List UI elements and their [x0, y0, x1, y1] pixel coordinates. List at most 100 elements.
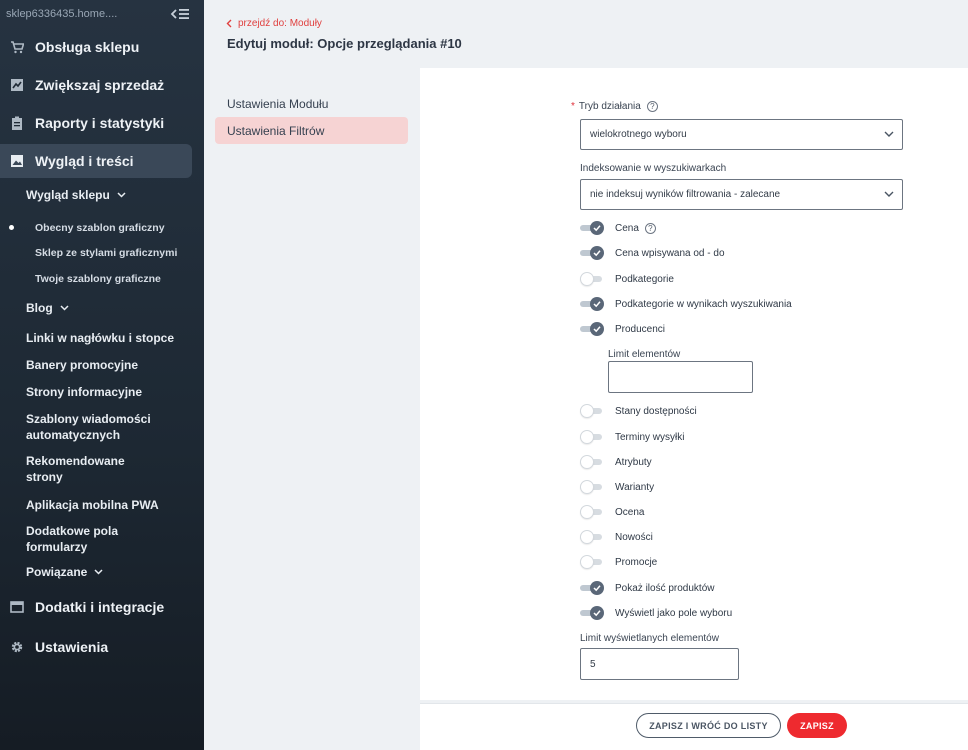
chevron-down-icon [60, 305, 69, 311]
nav-sub-auto-messages[interactable]: Szablony wiadomości automatycznych [0, 406, 204, 448]
toggle-knob-on [590, 581, 604, 595]
toggle-row-new[interactable]: Nowości [580, 529, 653, 545]
toggle-row-availability[interactable]: Stany dostępności [580, 403, 697, 419]
toggle-switch[interactable] [580, 297, 604, 311]
toggle-label: Stany dostępności [615, 405, 697, 417]
help-icon[interactable]: ? [644, 222, 656, 234]
toggle-row-subcategories[interactable]: Podkategorie [580, 271, 674, 287]
nav-sub-label: strony [26, 470, 63, 484]
nav-sub-banners[interactable]: Banery promocyjne [0, 352, 204, 378]
save-and-return-button[interactable]: ZAPISZ I WRÓĆ DO LISTY [636, 713, 781, 738]
producer-limit-input[interactable] [608, 361, 753, 393]
nav-sub-label: Rekomendowane [26, 454, 125, 468]
nav-sub-label: Obecny szablon graficzny [35, 221, 165, 234]
mode-label-text: Tryb działania [578, 101, 641, 113]
toggle-switch[interactable] [580, 480, 604, 494]
chevron-down-icon [884, 191, 894, 197]
window-icon [10, 601, 24, 613]
nav-sub-label: Blog [26, 301, 53, 315]
toggle-switch[interactable] [580, 221, 604, 235]
toggle-knob-on [590, 322, 604, 336]
toggle-row-producers[interactable]: Producenci [580, 321, 665, 337]
chevron-down-icon [94, 569, 103, 575]
nav-sub-label: Dodatkowe pola [26, 524, 119, 538]
nav-sub-extra-fields[interactable]: Dodatkowe pola formularzy [0, 519, 204, 559]
chart-icon [11, 79, 23, 91]
toggle-row-shipping[interactable]: Terminy wysyłki [580, 429, 684, 445]
nav-sub-label: Strony informacyjne [26, 385, 143, 399]
nav-sub-wyglad-sklepu[interactable]: Wygląd sklepu [0, 182, 204, 208]
toggle-label: Warianty [615, 481, 655, 493]
collapse-sidebar-icon[interactable] [170, 7, 190, 21]
tab-filter-settings[interactable]: Ustawienia Filtrów [215, 117, 408, 144]
nav-sub-your-templates[interactable]: Twoje szablony graficzne [0, 266, 204, 292]
check-icon [593, 610, 601, 617]
toggle-label: Cena [615, 222, 639, 234]
sidebar: sklep6336435.home.... Obsługa sklepu Zwi… [0, 0, 204, 750]
chevron-down-icon [884, 131, 894, 137]
nav-label: Obsługa sklepu [35, 39, 140, 55]
toggle-row-variants[interactable]: Warianty [580, 479, 654, 495]
toggle-switch[interactable] [580, 455, 604, 469]
toggle-switch[interactable] [580, 555, 604, 569]
nav-label: Wygląd i treści [35, 153, 134, 169]
toggle-switch[interactable] [580, 505, 604, 519]
toggle-switch[interactable] [580, 430, 604, 444]
toggle-label: Producenci [615, 323, 666, 335]
toggle-switch[interactable] [580, 530, 604, 544]
toggle-row-checkbox-display[interactable]: Wyświetl jako pole wyboru [580, 605, 732, 621]
toggle-knob-on [590, 606, 604, 620]
gear-icon [11, 641, 23, 653]
back-link[interactable]: przejdź do: Moduły [226, 18, 322, 29]
toggle-switch[interactable] [580, 404, 604, 418]
sidebar-header: sklep6336435.home.... [0, 0, 204, 28]
cart-icon [11, 41, 24, 54]
nav-sub-info-pages[interactable]: Strony informacyjne [0, 378, 204, 406]
nav-item-raporty[interactable]: Raporty i statystyki [0, 106, 192, 140]
mode-select-value: wielokrotnego wyboru [590, 129, 687, 140]
toggle-switch[interactable] [580, 272, 604, 286]
toggle-switch[interactable] [580, 246, 604, 260]
toggle-knob-off [580, 455, 594, 469]
nav-sub-pwa[interactable]: Aplikacja mobilna PWA [0, 490, 204, 519]
toggle-row-subcategories-search[interactable]: Podkategorie w wynikach wyszukiwania [580, 296, 792, 312]
nav-item-wyglad[interactable]: Wygląd i treści [0, 144, 192, 178]
nav-sub-label: Szablony wiadomości [26, 412, 151, 426]
nav-sub-related[interactable]: Powiązane [0, 559, 204, 585]
toggle-row-promotions[interactable]: Promocje [580, 554, 657, 570]
tab-module-settings[interactable]: Ustawienia Modułu [215, 90, 408, 117]
nav-sub-blog[interactable]: Blog [0, 295, 204, 321]
toggle-label: Promocje [615, 556, 658, 568]
nav-sub-style-shop[interactable]: Sklep ze stylami graficznymi [0, 240, 204, 266]
nav-sub-label: formularzy [26, 540, 88, 554]
toggle-knob-off [580, 505, 594, 519]
toggle-row-attributes[interactable]: Atrybuty [580, 454, 652, 470]
toggle-knob-off [580, 530, 594, 544]
toggle-row-price[interactable]: Cena ? [580, 220, 656, 236]
toggle-label: Terminy wysyłki [615, 431, 685, 443]
help-icon[interactable]: ? [646, 101, 658, 112]
nav-item-dodatki[interactable]: Dodatki i integracje [0, 590, 192, 624]
check-icon [593, 301, 601, 308]
save-button[interactable]: ZAPISZ [787, 713, 847, 738]
nav-item-sprzedaz[interactable]: Zwiększaj sprzedaż [0, 68, 192, 102]
clipboard-icon [12, 116, 22, 130]
nav-sub-current-template[interactable]: Obecny szablon graficzny [0, 215, 204, 240]
page-title: Edytuj moduł: Opcje przeglądania #10 [227, 36, 462, 51]
nav-item-obsluga[interactable]: Obsługa sklepu [0, 30, 192, 64]
display-limit-input[interactable]: 5 [580, 648, 739, 680]
toggle-switch[interactable] [580, 322, 604, 336]
nav-sub-links[interactable]: Linki w nagłówku i stopce [0, 323, 204, 352]
toggle-row-product-count[interactable]: Pokaż ilość produktów [580, 580, 715, 596]
nav-item-ustawienia[interactable]: Ustawienia [0, 630, 192, 664]
shop-domain[interactable]: sklep6336435.home.... [6, 8, 117, 20]
toggle-row-price-range[interactable]: Cena wpisywana od - do [580, 245, 725, 261]
mode-select[interactable]: wielokrotnego wyboru [580, 119, 903, 150]
indexing-label: Indeksowanie w wyszukiwarkach [580, 163, 727, 174]
indexing-select[interactable]: nie indeksuj wyników filtrowania - zalec… [580, 179, 903, 210]
toggle-switch[interactable] [580, 606, 604, 620]
toggle-row-rating[interactable]: Ocena [580, 504, 644, 520]
tab-label: Ustawienia Filtrów [227, 123, 325, 138]
nav-sub-recommended[interactable]: Rekomendowane strony [0, 448, 204, 490]
toggle-switch[interactable] [580, 581, 604, 595]
